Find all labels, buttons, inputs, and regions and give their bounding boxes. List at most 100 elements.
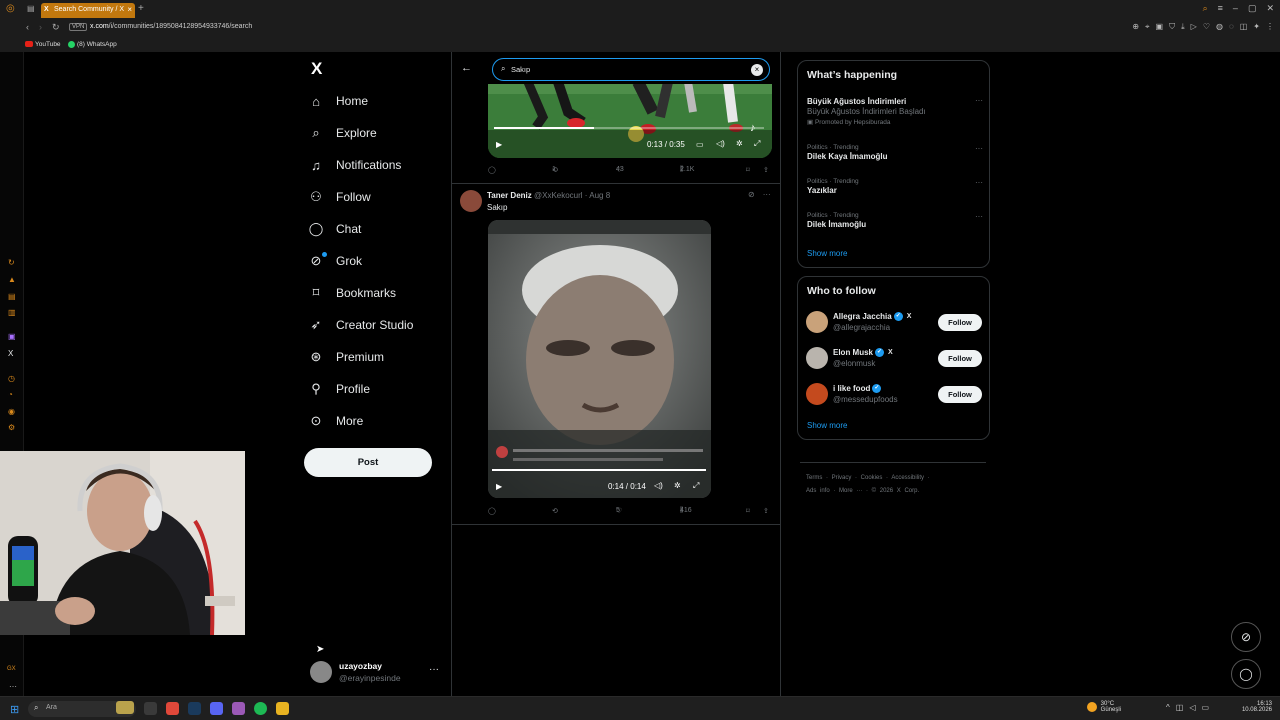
x-logo[interactable]: X [311,59,322,79]
timer-icon[interactable]: ◔ [8,390,13,399]
fullscreen-icon[interactable]: ⤢ [754,139,760,149]
battery-icon[interactable]: ▭ [1201,703,1209,712]
follow-button[interactable]: Follow [938,314,982,331]
back-arrow-icon[interactable]: ← [461,62,472,74]
footer-links[interactable]: Terms · Privacy · Cookies · Accessibilit… [806,475,930,481]
author-handle[interactable]: @XxKekocurl [534,191,583,200]
side-more-icon[interactable]: ⋯ [9,682,17,691]
start-windows-icon[interactable]: ⊞ [10,703,19,716]
x-side-icon[interactable]: X [8,349,13,358]
grok-explain-icon[interactable]: ⊘ [748,190,755,199]
forward-nav-icon[interactable]: › [39,22,42,33]
minimize-icon[interactable]: – [1233,3,1238,14]
weather-widget[interactable]: 30°C Güneşli [1087,701,1121,713]
account-more-icon[interactable]: ··· [429,664,439,675]
menu-icon[interactable]: ⋮ [1266,22,1274,32]
url-field[interactable]: x.com/i/communities/1895084128954933746/… [90,23,252,30]
nav-profile[interactable]: ⚲ Profile [308,376,370,402]
spotify-icon[interactable] [254,702,267,715]
show-more-link[interactable]: Show more [807,421,847,430]
reload-icon[interactable]: ↻ [52,22,60,33]
follow-button[interactable]: Follow [938,350,982,367]
taskbar-clock[interactable]: 16:13 10.08.2026 [1214,701,1272,713]
post-button[interactable]: Post [304,448,432,477]
browser-logo-icon[interactable]: ◎ [6,3,15,14]
captions-icon[interactable]: ▭ [696,140,704,149]
player-icon[interactable]: ◉ [8,407,15,416]
bookmark-youtube[interactable]: YouTube [25,41,61,48]
zoom-icon[interactable]: ⊕ [1132,22,1139,32]
widget-icon[interactable] [116,701,134,714]
aria-icon[interactable]: ◍ [1216,22,1223,32]
file-explorer-icon[interactable] [276,702,289,715]
share-icon[interactable]: ⇪ [763,507,769,515]
trend-item[interactable]: Politics · Trending Dilek İmamoğlu ··· [807,212,983,229]
volume-icon[interactable]: ◁) [654,481,663,490]
video-progress-track[interactable] [494,127,764,129]
settings-gear-icon[interactable]: ✲ [674,481,681,490]
nav-chat[interactable]: ◯ Chat [308,216,362,242]
app-icon[interactable] [232,702,245,715]
nav-explore[interactable]: ⌕ Explore [308,120,376,146]
clock-icon[interactable]: ◷ [8,374,15,383]
nav-home[interactable]: ⌂ Home [308,88,368,114]
download-icon[interactable]: ⤓ [1181,22,1185,32]
vpn-badge[interactable]: VPN [69,23,88,31]
follow-button[interactable]: Follow [938,386,982,403]
share-icon[interactable]: ⇪ [763,166,769,174]
heart-icon[interactable]: ♡ [1203,22,1210,32]
close-window-icon[interactable]: ✕ [1266,3,1274,14]
close-tab-icon[interactable]: × [127,5,132,14]
trend-more-icon[interactable]: ··· [975,212,983,221]
author-name[interactable]: Taner Deniz [487,191,532,200]
search-tabs-icon[interactable]: ⌕ [1203,3,1208,14]
pin-icon[interactable]: ⌖ [1145,22,1150,32]
gx-icon[interactable]: GX [7,666,16,672]
speaker-icon[interactable]: ◁ [1189,703,1195,712]
chat-ext-icon[interactable]: ◌ [1229,22,1234,32]
tray-chevron-icon[interactable]: ^ [1166,703,1170,712]
nav-notifications[interactable]: ♫ Notifications [308,152,401,178]
messages-fab-icon[interactable]: ◯ [1231,659,1261,689]
trend-item[interactable]: Politics · Trending Dilek Kaya İmamoğlu … [807,144,983,161]
video-player-2[interactable]: ▶ 0:14 / 0:14 ◁) ✲ ⤢ [488,220,711,498]
shield-icon[interactable]: ⛉ [1169,22,1175,32]
grok-fab-icon[interactable]: ⊘ [1231,622,1261,652]
wallet-icon[interactable]: ◫ [1240,22,1248,32]
maximize-icon[interactable]: ▢ [1248,3,1257,14]
video-progress-track[interactable] [492,469,706,471]
play-icon[interactable]: ▶ [496,482,502,491]
reply-icon[interactable]: ◯ [488,507,496,515]
nav-follow[interactable]: ⚇ Follow [308,184,371,210]
back-nav-icon[interactable]: ‹ [26,22,29,33]
nav-grok[interactable]: ⊘ Grok [308,248,362,274]
trend-more-icon[interactable]: ··· [975,144,983,153]
post-more-icon[interactable]: ··· [763,190,771,199]
twitch-icon[interactable]: ▣ [8,332,16,341]
search-input[interactable]: ⌕ Sakıp × [492,58,770,81]
follow-suggestion[interactable]: Allegra Jacchia ✓ X @allegrajacchia Follow [806,309,982,335]
box-icon[interactable]: ▤ [8,292,16,301]
footer-links[interactable]: Ads info · More ··· · © 2026 X Corp. [806,488,919,494]
steam-icon[interactable] [188,702,201,715]
bookmark-icon[interactable]: ⌑ [746,507,750,515]
snapshot-icon[interactable]: ▣ [1156,22,1164,32]
nav-more[interactable]: ⊙ More [308,408,364,434]
new-tab-icon[interactable]: + [138,3,144,14]
trend-item[interactable]: Politics · Trending Yazıklar ··· [807,178,983,195]
trend-item[interactable]: Büyük Ağustos İndirimleri Büyük Ağustos … [807,96,983,126]
video-player-1[interactable]: ▶ 0:13 / 0:35 ▭ ◁) ✲ ⤢ ♪ [488,82,772,158]
tab-manager-icon[interactable]: ▤ [27,4,35,13]
ai-icon[interactable]: ✦ [1253,22,1260,32]
nav-premium[interactable]: ⊛ Premium [308,344,384,370]
settings-gear-icon[interactable]: ✲ [736,139,743,148]
repost-icon[interactable]: ⟲ [552,507,558,515]
follow-suggestion[interactable]: Elon Musk ✓ X @elonmusk Follow [806,345,982,371]
fullscreen-icon[interactable]: ⤢ [693,481,699,491]
discord-icon[interactable] [210,702,223,715]
account-switcher[interactable]: uzayozbay @erayinpesinde ··· [310,660,440,684]
network-icon[interactable]: ◫ [1176,703,1184,712]
notes-icon[interactable]: ▥ [8,308,16,317]
follow-suggestion[interactable]: i like food ✓ @messedupfoods Follow [806,381,982,407]
task-view-icon[interactable] [144,702,157,715]
